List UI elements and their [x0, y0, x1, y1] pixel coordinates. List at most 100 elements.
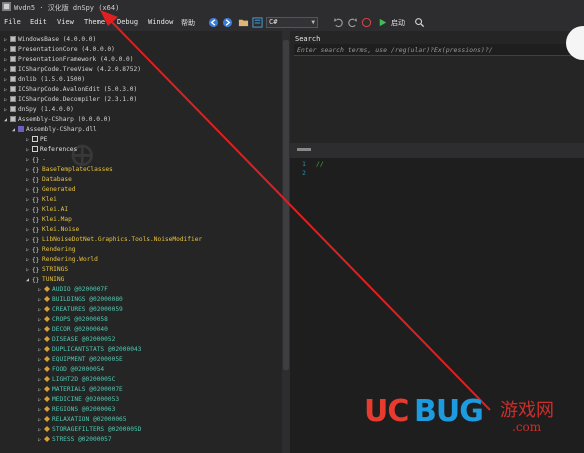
tree-node[interactable]: ▷ dnSpy (1.4.0.0)	[4, 105, 74, 115]
back-icon[interactable]	[208, 17, 219, 28]
tree-node-label: Database	[42, 176, 72, 183]
menu-window[interactable]: Window	[148, 18, 173, 26]
tree-node[interactable]: ▷ WindowsBase (4.0.0.0)	[4, 35, 96, 45]
menu-bar: File Edit View Theme Debug Window 帮助 C# …	[0, 14, 584, 31]
tree-node-label: AUDIO @0200007F	[52, 286, 108, 293]
namespace-node[interactable]: ▷{} Generated	[26, 185, 76, 195]
menu-file[interactable]: File	[4, 18, 21, 26]
type-node[interactable]: ▷ REGIONS @02000063	[38, 405, 115, 415]
tree-node[interactable]: ▷ ICSharpCode.AvalonEdit (5.0.3.0)	[4, 85, 137, 95]
open-folder-icon[interactable]	[238, 17, 249, 28]
namespace-node[interactable]: ▷{} Rendering	[26, 245, 76, 255]
namespace-node[interactable]: ▷{} -	[26, 155, 46, 165]
namespace-icon: {}	[32, 237, 40, 244]
tree-node-label: DUPLICANTSTATS @02000043	[52, 346, 142, 353]
tree-node[interactable]: ◢ Assembly-CSharp.dll	[12, 125, 97, 135]
tree-node-label: LibNoiseDotNet.Graphics.Tools.NoiseModif…	[42, 236, 203, 243]
redo-icon[interactable]	[347, 17, 358, 28]
assembly-icon	[10, 66, 18, 73]
type-node[interactable]: ▷ MATERIALS @0200007E	[38, 385, 123, 395]
type-node[interactable]: ▷ DUPLICANTSTATS @02000043	[38, 345, 141, 355]
menu-help[interactable]: 帮助	[181, 18, 195, 28]
search-input[interactable]: Enter search terms, use /reg(ular)?Ex(pr…	[294, 44, 584, 56]
namespace-node[interactable]: ▷{} Klei.Noise	[26, 225, 79, 235]
class-icon	[44, 366, 52, 373]
namespace-node[interactable]: ▷{} LibNoiseDotNet.Graphics.Tools.NoiseMo…	[26, 235, 202, 245]
start-icon[interactable]	[377, 17, 388, 28]
namespace-icon: {}	[32, 167, 40, 174]
tree-node[interactable]: ▷ PresentationFramework (4.0.0.0)	[4, 55, 133, 65]
namespace-node[interactable]: ▷{} Klei	[26, 195, 57, 205]
type-node[interactable]: ▷ LIGHT2D @0200005C	[38, 375, 115, 385]
class-icon	[44, 316, 52, 323]
forward-icon[interactable]	[222, 17, 233, 28]
type-node[interactable]: ▷ CREATURES @02000059	[38, 305, 123, 315]
type-node[interactable]: ▷ EQUIPMENT @0200005E	[38, 355, 123, 365]
tree-node-label: dnlib (1.5.0.1500)	[18, 76, 86, 83]
namespace-node[interactable]: ▷{} Database	[26, 175, 72, 185]
namespace-node[interactable]: ◢{} TUNING	[26, 275, 64, 285]
tree-node[interactable]: ▷ ICSharpCode.TreeView (4.2.0.8752)	[4, 65, 141, 75]
tree-node-label: WindowsBase (4.0.0.0)	[18, 36, 97, 43]
type-node[interactable]: ▷ FOOD @02000054	[38, 365, 104, 375]
menu-view[interactable]: View	[57, 18, 74, 26]
class-icon	[44, 416, 52, 423]
type-node[interactable]: ▷ STORAGEFILTERS @0200005D	[38, 425, 141, 435]
app-icon	[2, 2, 11, 11]
code-line[interactable]: //	[316, 160, 324, 168]
tree-node[interactable]: ▷ ICSharpCode.Decompiler (2.3.1.0)	[4, 95, 137, 105]
tree-node-label: MATERIALS @0200007E	[52, 386, 123, 393]
tree-node-label: -	[42, 156, 46, 163]
assembly-explorer: ▷ WindowsBase (4.0.0.0) ▷ PresentationCore …	[0, 31, 290, 453]
type-node[interactable]: ▷ MEDICINE @02000053	[38, 395, 119, 405]
tree-node-label: PresentationCore (4.0.0.0)	[18, 46, 115, 53]
watermark-text: ⊕	[68, 135, 97, 175]
assembly-icon	[10, 76, 18, 83]
namespace-icon: {}	[32, 157, 40, 164]
tree-node-label: MEDICINE @02000053	[52, 396, 120, 403]
tree-node-label: FOOD @02000054	[52, 366, 105, 373]
search-icon[interactable]	[414, 17, 425, 28]
stop-icon[interactable]	[361, 17, 372, 28]
menu-debug[interactable]: Debug	[117, 18, 138, 26]
menu-edit[interactable]: Edit	[30, 18, 47, 26]
tree-node[interactable]: ◢ Assembly-CSharp (0.0.0.0)	[4, 115, 111, 125]
namespace-icon: {}	[32, 207, 40, 214]
editor-tab[interactable]	[297, 148, 311, 151]
tree-node-label: DECOR @02000040	[52, 326, 108, 333]
assembly-icon	[10, 86, 18, 93]
type-node[interactable]: ▷ STRESS @02000057	[38, 435, 112, 445]
window-title: Wvdn5 · 汉化版 dnSpy (x64)	[14, 4, 120, 12]
tree-node-label: REGIONS @02000063	[52, 406, 116, 413]
class-icon	[44, 336, 52, 343]
type-node[interactable]: ▷ BUILDINGS @02000080	[38, 295, 123, 305]
undo-icon[interactable]	[333, 17, 344, 28]
namespace-node[interactable]: ▷{} STRINGS	[26, 265, 68, 275]
assembly-icon	[32, 146, 40, 153]
start-label[interactable]: 启动	[391, 18, 405, 28]
tree-node[interactable]: ▷ PresentationCore (4.0.0.0)	[4, 45, 115, 55]
type-node[interactable]: ▷ RELAXATION @02000065	[38, 415, 127, 425]
tree-node-label: TUNING	[42, 276, 65, 283]
tree-node[interactable]: ▷ dnlib (1.5.0.1500)	[4, 75, 85, 85]
type-node[interactable]: ▷ DISEASE @02000052	[38, 335, 115, 345]
assembly-icon	[10, 46, 18, 53]
namespace-node[interactable]: ▷{} Rendering.World	[26, 255, 98, 265]
tree-node-label: Klei.Map	[42, 216, 72, 223]
class-icon	[44, 356, 52, 363]
open-list-icon[interactable]	[252, 17, 263, 28]
type-node[interactable]: ▷ DECOR @02000040	[38, 325, 108, 335]
language-select[interactable]: C# ▼	[266, 17, 318, 28]
menu-theme[interactable]: Theme	[84, 18, 105, 26]
tree-scrollbar[interactable]	[283, 40, 289, 370]
type-node[interactable]: ▷ AUDIO @0200007F	[38, 285, 108, 295]
logo-uc: UC	[364, 394, 409, 429]
line-number: 1	[302, 160, 306, 168]
namespace-node[interactable]: ▷{} Klei.AI	[26, 205, 68, 215]
namespace-node[interactable]: ▷{} Klei.Map	[26, 215, 72, 225]
type-node[interactable]: ▷ CROPS @02000058	[38, 315, 108, 325]
tree-node[interactable]: ▷ PE	[26, 135, 47, 145]
tree-node-label: EQUIPMENT @0200005E	[52, 356, 123, 363]
tree-node-label: BUILDINGS @02000080	[52, 296, 123, 303]
logo-cn: 游戏网	[500, 400, 554, 421]
